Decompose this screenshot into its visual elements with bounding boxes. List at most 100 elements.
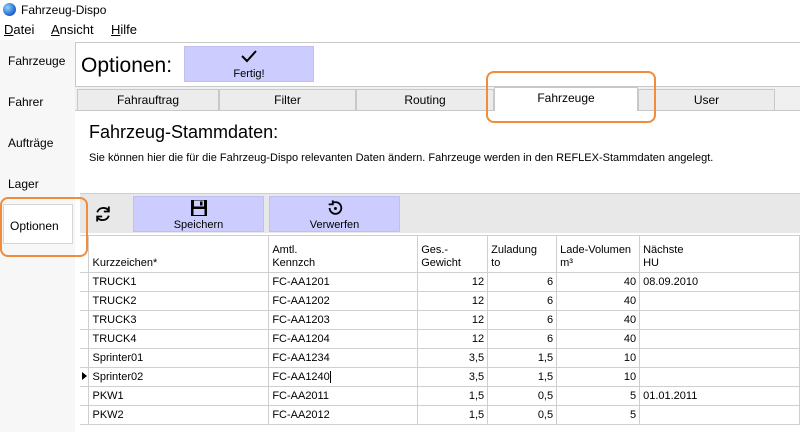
col-header-gewicht[interactable]: Ges.- Gewicht xyxy=(417,235,489,273)
col-header-zuladung[interactable]: Zuladung to xyxy=(487,235,558,273)
cell-gewicht[interactable]: 3,5 xyxy=(417,348,489,368)
done-button-label: Fertig! xyxy=(233,68,265,80)
sidebar-item-fahrer[interactable]: Fahrer xyxy=(0,81,75,121)
cell-naechste-hu[interactable] xyxy=(639,367,800,387)
cell-kurzzeichen[interactable]: TRUCK1 xyxy=(88,272,270,292)
table-row[interactable]: TRUCK2 FC-AA1202 12 6 40 xyxy=(80,291,800,311)
table-row[interactable]: TRUCK1 FC-AA1201 12 6 40 08.09.2010 xyxy=(80,272,800,292)
cell-kurzzeichen[interactable]: PKW1 xyxy=(88,386,270,406)
sidebar-item-lager[interactable]: Lager xyxy=(0,163,75,203)
tab-fahrauftrag[interactable]: Fahrauftrag xyxy=(77,89,219,110)
menu-hilfe[interactable]: Hilfe xyxy=(111,22,137,37)
tab-user[interactable]: User xyxy=(638,89,775,110)
cell-gewicht[interactable]: 12 xyxy=(417,291,489,311)
cell-naechste-hu[interactable] xyxy=(639,291,800,311)
refresh-icon xyxy=(96,206,110,222)
table-row-current[interactable]: Sprinter02 FC-AA1240 3,5 1,5 10 xyxy=(80,367,800,387)
cell-ladevolumen[interactable]: 40 xyxy=(556,272,641,292)
cell-kurzzeichen[interactable]: TRUCK4 xyxy=(88,329,270,349)
cell-naechste-hu[interactable] xyxy=(639,405,800,425)
row-header-corner xyxy=(80,235,90,273)
sidebar-item-optionen[interactable]: Optionen xyxy=(3,204,73,244)
cell-kennzeichen[interactable]: FC-AA1202 xyxy=(268,291,419,311)
menu-ansicht[interactable]: Ansicht xyxy=(51,22,94,37)
cell-kurzzeichen[interactable]: TRUCK2 xyxy=(88,291,270,311)
cell-ladevolumen[interactable]: 40 xyxy=(556,291,641,311)
cell-kennzeichen[interactable]: FC-AA1203 xyxy=(268,310,419,330)
discard-button-label: Verwerfen xyxy=(309,219,360,231)
cell-kennzeichen[interactable]: FC-AA1204 xyxy=(268,329,419,349)
save-button[interactable]: Speichern xyxy=(133,196,264,232)
tab-filter[interactable]: Filter xyxy=(219,89,356,110)
tab-bar: Fahrauftrag Filter Routing Fahrzeuge Use… xyxy=(75,87,800,111)
cell-kennzeichen[interactable]: FC-AA1201 xyxy=(268,272,419,292)
cell-ladevolumen[interactable]: 10 xyxy=(556,367,641,387)
cell-ladevolumen[interactable]: 10 xyxy=(556,348,641,368)
row-selector[interactable] xyxy=(80,348,90,368)
table-row[interactable]: TRUCK4 FC-AA1204 12 6 40 xyxy=(80,329,800,349)
cell-ladevolumen[interactable]: 40 xyxy=(556,310,641,330)
menu-datei[interactable]: Datei xyxy=(4,22,34,37)
cell-gewicht[interactable]: 12 xyxy=(417,272,489,292)
row-selector[interactable] xyxy=(80,386,90,406)
col-header-kennzeichen[interactable]: Amtl. Kennzch xyxy=(268,235,419,273)
col-header-ladevolumen[interactable]: Lade-Volumen m³ xyxy=(556,235,641,273)
cell-naechste-hu[interactable]: 01.01.2011 xyxy=(639,386,800,406)
cell-gewicht[interactable]: 1,5 xyxy=(417,386,489,406)
cell-gewicht[interactable]: 1,5 xyxy=(417,405,489,425)
cell-ladevolumen[interactable]: 5 xyxy=(556,405,641,425)
cell-gewicht[interactable]: 3,5 xyxy=(417,367,489,387)
sidebar-item-fahrzeuge[interactable]: Fahrzeuge xyxy=(0,40,75,80)
sidebar-item-label: Fahrer xyxy=(8,95,44,109)
cell-kennzeichen[interactable]: FC-AA2012 xyxy=(268,405,419,425)
done-button[interactable]: Fertig! xyxy=(184,46,314,82)
cell-zuladung[interactable]: 6 xyxy=(487,291,558,311)
row-selector[interactable] xyxy=(80,272,90,292)
cell-kurzzeichen[interactable]: Sprinter01 xyxy=(88,348,270,368)
grid-toolbar: Speichern Verwerfen xyxy=(80,193,800,233)
cell-zuladung[interactable]: 1,5 xyxy=(487,367,558,387)
tab-routing[interactable]: Routing xyxy=(356,89,494,110)
cell-zuladung[interactable]: 6 xyxy=(487,329,558,349)
col-header-kurzzeichen[interactable]: Kurzzeichen* xyxy=(88,235,270,273)
menu-bar: Datei Ansicht Hilfe xyxy=(0,20,800,40)
cell-zuladung[interactable]: 1,5 xyxy=(487,348,558,368)
discard-button[interactable]: Verwerfen xyxy=(269,196,400,232)
sidebar-item-auftraege[interactable]: Aufträge xyxy=(0,122,75,162)
cell-kurzzeichen[interactable]: PKW2 xyxy=(88,405,270,425)
row-selector[interactable] xyxy=(80,329,90,349)
cell-kurzzeichen[interactable]: Sprinter02 xyxy=(88,367,270,387)
row-selector-current[interactable] xyxy=(80,367,90,387)
cell-naechste-hu[interactable] xyxy=(639,348,800,368)
cell-gewicht[interactable]: 12 xyxy=(417,329,489,349)
floppy-disk-icon xyxy=(191,200,207,216)
cell-ladevolumen[interactable]: 40 xyxy=(556,329,641,349)
cell-ladevolumen[interactable]: 5 xyxy=(556,386,641,406)
cell-naechste-hu[interactable]: 08.09.2010 xyxy=(639,272,800,292)
cell-gewicht[interactable]: 12 xyxy=(417,310,489,330)
sidebar-item-label: Lager xyxy=(8,177,39,191)
table-row[interactable]: Sprinter01 FC-AA1234 3,5 1,5 10 xyxy=(80,348,800,368)
app-globe-icon xyxy=(3,3,16,16)
table-row[interactable]: PKW2 FC-AA2012 1,5 0,5 5 xyxy=(80,405,800,425)
cell-kennzeichen-editing[interactable]: FC-AA1240 xyxy=(268,367,419,387)
tab-fahrzeuge[interactable]: Fahrzeuge xyxy=(494,87,638,111)
refresh-button[interactable] xyxy=(85,200,121,228)
cell-zuladung[interactable]: 0,5 xyxy=(487,386,558,406)
col-header-naechste-hu[interactable]: Nächste HU xyxy=(639,235,800,273)
cell-zuladung[interactable]: 6 xyxy=(487,272,558,292)
cell-zuladung[interactable]: 0,5 xyxy=(487,405,558,425)
sidebar-item-label: Aufträge xyxy=(8,136,54,150)
cell-kennzeichen[interactable]: FC-AA2011 xyxy=(268,386,419,406)
row-selector[interactable] xyxy=(80,291,90,311)
cell-kurzzeichen[interactable]: TRUCK3 xyxy=(88,310,270,330)
cell-kennzeichen[interactable]: FC-AA1234 xyxy=(268,348,419,368)
row-selector[interactable] xyxy=(80,310,90,330)
cell-zuladung[interactable]: 6 xyxy=(487,310,558,330)
table-row[interactable]: PKW1 FC-AA2011 1,5 0,5 5 01.01.2011 xyxy=(80,386,800,406)
row-selector[interactable] xyxy=(80,405,90,425)
cell-naechste-hu[interactable] xyxy=(639,329,800,349)
section-description: Sie können hier die für die Fahrzeug-Dis… xyxy=(89,152,714,164)
cell-naechste-hu[interactable] xyxy=(639,310,800,330)
table-row[interactable]: TRUCK3 FC-AA1203 12 6 40 xyxy=(80,310,800,330)
